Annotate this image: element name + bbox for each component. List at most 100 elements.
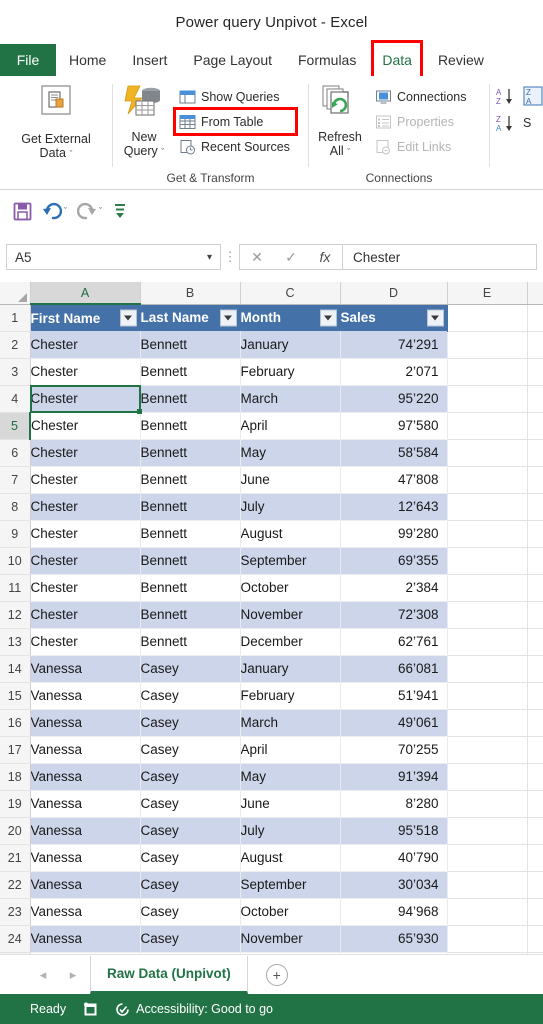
cell-C6[interactable]: May [240, 439, 340, 466]
cell-A17[interactable]: Vanessa [30, 736, 140, 763]
cell-C12[interactable]: November [240, 601, 340, 628]
cell-B7[interactable]: Bennett [140, 466, 240, 493]
empty-cell-F6[interactable] [527, 439, 543, 466]
cancel-formula-button[interactable]: ✕ [240, 249, 274, 266]
row-header-23[interactable]: 23 [0, 898, 30, 925]
empty-cell-F9[interactable] [527, 520, 543, 547]
empty-cell-E23[interactable] [447, 898, 527, 925]
column-header-a[interactable]: A [30, 282, 140, 304]
empty-cell-E2[interactable] [447, 331, 527, 358]
get-external-data-button[interactable]: Get External Data ˇ [13, 82, 99, 161]
cell-A13[interactable]: Chester [30, 628, 140, 655]
empty-cell-F21[interactable] [527, 844, 543, 871]
cell-D21[interactable]: 40’790 [340, 844, 447, 871]
show-queries-button[interactable]: Show Queries [175, 84, 294, 109]
table-header-first-name[interactable]: First Name [30, 304, 140, 331]
row-header-13[interactable]: 13 [0, 628, 30, 655]
select-all-corner[interactable] [0, 282, 30, 304]
cell-A6[interactable]: Chester [30, 439, 140, 466]
connections-button[interactable]: Connections [371, 84, 471, 109]
empty-cell-E11[interactable] [447, 574, 527, 601]
cell-C17[interactable]: April [240, 736, 340, 763]
cell-C3[interactable]: February [240, 358, 340, 385]
cell-D8[interactable]: 12’643 [340, 493, 447, 520]
filter-dropdown-sales[interactable] [427, 309, 444, 326]
row-header-19[interactable]: 19 [0, 790, 30, 817]
enter-formula-button[interactable]: ✓ [274, 249, 308, 266]
cell-B20[interactable]: Casey [140, 817, 240, 844]
cell-D16[interactable]: 49’061 [340, 709, 447, 736]
tab-formulas[interactable]: Formulas [285, 44, 369, 76]
empty-cell-E12[interactable] [447, 601, 527, 628]
filter-dropdown-first-name[interactable] [120, 310, 137, 327]
column-header-partial[interactable] [527, 282, 543, 304]
cell-A23[interactable]: Vanessa [30, 898, 140, 925]
filter-dropdown-last-name[interactable] [220, 309, 237, 326]
empty-cell-F18[interactable] [527, 763, 543, 790]
row-header-10[interactable]: 10 [0, 547, 30, 574]
cell-B19[interactable]: Casey [140, 790, 240, 817]
cell-D2[interactable]: 74’291 [340, 331, 447, 358]
cell-A19[interactable]: Vanessa [30, 790, 140, 817]
row-header-17[interactable]: 17 [0, 736, 30, 763]
table-header-last-name[interactable]: Last Name [140, 304, 240, 331]
empty-cell-F17[interactable] [527, 736, 543, 763]
cell-A4[interactable]: Chester [30, 385, 140, 412]
empty-cell-E13[interactable] [447, 628, 527, 655]
cell-C23[interactable]: October [240, 898, 340, 925]
empty-cell-F14[interactable] [527, 655, 543, 682]
column-header-b[interactable]: B [140, 282, 240, 304]
customize-qat-button[interactable] [109, 200, 131, 222]
new-sheet-button[interactable]: + [266, 964, 288, 986]
cell-A22[interactable]: Vanessa [30, 871, 140, 898]
recent-sources-button[interactable]: Recent Sources [175, 134, 294, 159]
empty-cell-E17[interactable] [447, 736, 527, 763]
cell-D24[interactable]: 65’930 [340, 925, 447, 952]
sort-button-label[interactable]: S [523, 116, 531, 130]
cell-B2[interactable]: Bennett [140, 331, 240, 358]
row-header-4[interactable]: 4 [0, 385, 30, 412]
row-header-3[interactable]: 3 [0, 358, 30, 385]
cell-D19[interactable]: 8’280 [340, 790, 447, 817]
cell-A24[interactable]: Vanessa [30, 925, 140, 952]
empty-cell-E10[interactable] [447, 547, 527, 574]
name-box[interactable]: A5 ▾ [6, 244, 221, 270]
cell-B16[interactable]: Casey [140, 709, 240, 736]
cell-D12[interactable]: 72’308 [340, 601, 447, 628]
chevron-down-icon[interactable]: ˇ [64, 206, 67, 216]
empty-cell-F24[interactable] [527, 925, 543, 952]
cell-C10[interactable]: September [240, 547, 340, 574]
cell-D18[interactable]: 91’394 [340, 763, 447, 790]
empty-cell-E20[interactable] [447, 817, 527, 844]
cell-D15[interactable]: 51’941 [340, 682, 447, 709]
empty-cell-F5[interactable] [527, 412, 543, 439]
accessibility-checker[interactable]: Accessibility: Good to go [115, 1002, 273, 1017]
cell-D7[interactable]: 47’808 [340, 466, 447, 493]
empty-cell-F4[interactable] [527, 385, 543, 412]
cell-D14[interactable]: 66’081 [340, 655, 447, 682]
empty-cell-F15[interactable] [527, 682, 543, 709]
new-query-button[interactable]: New Query ˇ [113, 82, 175, 159]
cell-A11[interactable]: Chester [30, 574, 140, 601]
row-header-1[interactable]: 1 [0, 304, 30, 331]
cell-A16[interactable]: Vanessa [30, 709, 140, 736]
cell-B13[interactable]: Bennett [140, 628, 240, 655]
cell-B18[interactable]: Casey [140, 763, 240, 790]
empty-cell-E21[interactable] [447, 844, 527, 871]
row-header-12[interactable]: 12 [0, 601, 30, 628]
cell-A10[interactable]: Chester [30, 547, 140, 574]
cell-A14[interactable]: Vanessa [30, 655, 140, 682]
cell-B15[interactable]: Casey [140, 682, 240, 709]
row-header-8[interactable]: 8 [0, 493, 30, 520]
cell-A9[interactable]: Chester [30, 520, 140, 547]
refresh-all-button[interactable]: Refresh All ˇ [309, 82, 371, 159]
formula-bar-grip[interactable]: ⋮ [221, 249, 239, 265]
tab-home[interactable]: Home [56, 44, 119, 76]
tab-review[interactable]: Review [425, 44, 497, 76]
recording-macro-button[interactable] [82, 1001, 99, 1017]
cell-D22[interactable]: 30’034 [340, 871, 447, 898]
chevron-down-icon[interactable]: ˇ [99, 206, 102, 216]
cell-A8[interactable]: Chester [30, 493, 140, 520]
cell-B6[interactable]: Bennett [140, 439, 240, 466]
empty-cell-E18[interactable] [447, 763, 527, 790]
